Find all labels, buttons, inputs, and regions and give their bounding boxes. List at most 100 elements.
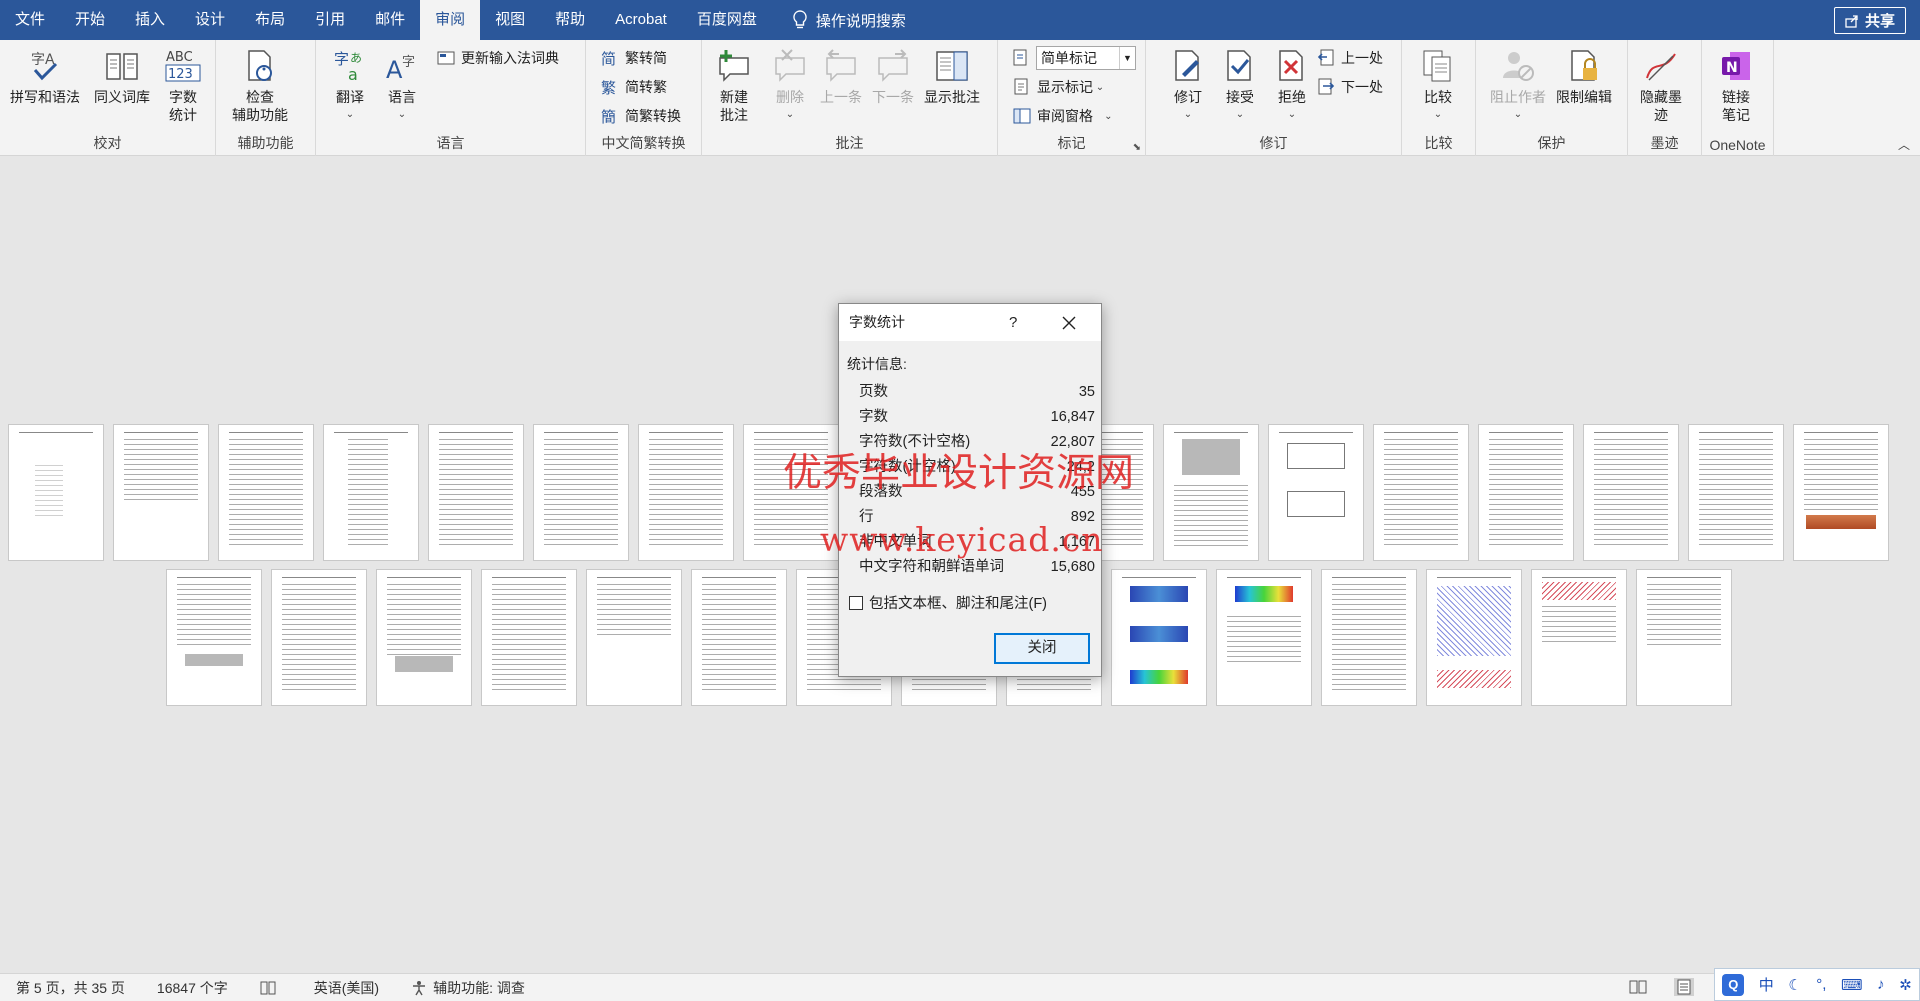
accessibility-status[interactable]: 辅助功能: 调查	[395, 978, 541, 998]
show-markup-button[interactable]: 显示标记 ⌄	[1012, 75, 1104, 99]
menu-help[interactable]: 帮助	[540, 0, 600, 40]
page-thumbnail[interactable]	[1111, 569, 1207, 706]
menu-acrobat[interactable]: Acrobat	[600, 0, 682, 40]
page-thumbnail[interactable]	[1583, 424, 1679, 561]
page-thumbnail[interactable]	[481, 569, 577, 706]
page-indicator[interactable]: 第 5 页，共 35 页	[0, 978, 141, 998]
page-thumbnail[interactable]	[323, 424, 419, 561]
menu-references[interactable]: 引用	[300, 0, 360, 40]
simp-to-trad-button[interactable]: 繁 简转繁	[600, 75, 667, 99]
convert-button[interactable]: 簡 简繁转换	[600, 104, 681, 128]
menu-insert[interactable]: 插入	[120, 0, 180, 40]
track-changes-button[interactable]: 修订 ⌄	[1168, 46, 1208, 124]
page-thumbnail[interactable]	[1373, 424, 1469, 561]
compare-label: 比较	[1424, 89, 1452, 105]
page-thumbnail[interactable]	[1636, 569, 1732, 706]
keyboard-icon[interactable]: ⌨	[1841, 976, 1863, 994]
share-button[interactable]: 共享	[1833, 7, 1906, 34]
dialog-launcher-icon[interactable]: ⬊	[1133, 142, 1141, 153]
page-thumbnail[interactable]	[1688, 424, 1784, 561]
page-thumbnail[interactable]	[1793, 424, 1889, 561]
language-button[interactable]: A字 语言 ⌄	[382, 46, 422, 124]
page-thumbnail[interactable]	[166, 569, 262, 706]
checkbox-box[interactable]	[849, 595, 863, 610]
page-thumbnail[interactable]	[533, 424, 629, 561]
menu-mailings[interactable]: 邮件	[360, 0, 420, 40]
page-thumbnail[interactable]	[428, 424, 524, 561]
page-thumbnail[interactable]	[586, 569, 682, 706]
page-thumbnail[interactable]	[1216, 569, 1312, 706]
word-count-indicator[interactable]: 16847 个字	[141, 978, 244, 998]
page-thumbnail[interactable]	[1268, 424, 1364, 561]
group-protect-label: 保护	[1537, 135, 1566, 151]
stat-label: 字数	[859, 409, 888, 425]
punctuation-icon[interactable]: °,	[1816, 976, 1826, 993]
moon-icon[interactable]: ☾	[1788, 976, 1801, 994]
group-chinese-conversion: 简 繁转简 繁 简转繁 簡 简繁转换 中文简繁转换	[586, 40, 702, 156]
next-comment-icon	[873, 46, 913, 86]
reject-button[interactable]: 拒绝 ⌄	[1272, 46, 1312, 124]
page-thumbnail[interactable]	[113, 424, 209, 561]
accept-button[interactable]: 接受 ⌄	[1220, 46, 1260, 124]
collapse-ribbon-icon[interactable]: ︿	[1898, 136, 1910, 153]
menu-layout[interactable]: 布局	[240, 0, 300, 40]
previous-comment-button[interactable]: 上一条	[820, 46, 862, 106]
stat-value: 892	[1070, 509, 1095, 525]
accessibility-check-icon	[240, 46, 280, 86]
ime-lang-toggle[interactable]: 中	[1759, 974, 1774, 995]
translate-button[interactable]: 字aあ 翻译 ⌄	[330, 46, 370, 124]
compare-button[interactable]: 比较 ⌄	[1418, 46, 1458, 124]
print-layout-icon[interactable]	[1674, 978, 1694, 996]
language-label: 语言	[388, 89, 416, 105]
include-textboxes-checkbox[interactable]: 包括文本框、脚注和尾注(F)	[849, 592, 1047, 613]
restrict-editing-button[interactable]: 限制编辑	[1556, 46, 1612, 106]
menu-home[interactable]: 开始	[60, 0, 120, 40]
settings-icon[interactable]: ✲	[1899, 976, 1912, 994]
page-thumbnail[interactable]	[376, 569, 472, 706]
menu-review[interactable]: 审阅	[420, 0, 481, 40]
tell-me-search[interactable]: 操作说明搜索	[772, 10, 906, 31]
read-mode-icon[interactable]	[1628, 978, 1648, 996]
page-thumbnail[interactable]	[743, 424, 839, 561]
wordcount-button[interactable]: ABC 123 字数 统计	[163, 46, 203, 124]
ime-logo-icon[interactable]: Q	[1722, 973, 1745, 996]
close-icon[interactable]	[1060, 314, 1078, 332]
menu-baidu[interactable]: 百度网盘	[682, 0, 772, 40]
language-indicator[interactable]: 英语(美国)	[298, 978, 395, 998]
thesaurus-button[interactable]: 同义词库	[94, 46, 150, 106]
page-thumbnail[interactable]	[1478, 424, 1574, 561]
update-ime-button[interactable]: 更新输入法词典	[436, 46, 559, 70]
page-thumbnail[interactable]	[1531, 569, 1627, 706]
page-thumbnail[interactable]	[271, 569, 367, 706]
delete-comment-button[interactable]: 删除 ⌄	[770, 46, 810, 124]
abc-123-icon: ABC 123	[163, 46, 203, 86]
page-thumbnail[interactable]	[1321, 569, 1417, 706]
page-thumbnail[interactable]	[218, 424, 314, 561]
page-thumbnail[interactable]	[1426, 569, 1522, 706]
help-button[interactable]: ?	[1009, 304, 1017, 341]
show-comments-button[interactable]: 显示批注	[924, 46, 980, 106]
page-thumbnail[interactable]	[691, 569, 787, 706]
next-change-button[interactable]: 下一处	[1316, 75, 1383, 99]
track-changes-label: 修订	[1174, 89, 1202, 105]
markup-select[interactable]: 简单标记 ▼	[1036, 46, 1136, 70]
menu-design[interactable]: 设计	[180, 0, 240, 40]
block-authors-button[interactable]: 阻止作者 ⌄	[1490, 46, 1546, 124]
voice-icon[interactable]: ♪	[1877, 976, 1885, 993]
close-button[interactable]: 关闭	[994, 633, 1090, 664]
new-comment-button[interactable]: 新建 批注	[714, 46, 754, 124]
previous-change-button[interactable]: 上一处	[1316, 46, 1383, 70]
trad-to-simp-button[interactable]: 简 繁转简	[600, 46, 667, 70]
next-comment-button[interactable]: 下一条	[872, 46, 914, 106]
review-pane-button[interactable]: 审阅窗格 ⌄	[1012, 104, 1113, 128]
page-thumbnail[interactable]	[1163, 424, 1259, 561]
check-accessibility-button[interactable]: 检查 辅助功能	[232, 46, 288, 124]
page-thumbnail[interactable]	[8, 424, 104, 561]
proofing-status[interactable]	[244, 981, 298, 995]
spelling-button[interactable]: 字A 拼写和语法	[10, 46, 80, 106]
menu-file[interactable]: 文件	[0, 0, 60, 40]
linked-notes-button[interactable]: N 链接 笔记	[1716, 46, 1756, 124]
page-thumbnail[interactable]	[638, 424, 734, 561]
hide-ink-button[interactable]: 隐藏墨 迹	[1640, 46, 1682, 124]
menu-view[interactable]: 视图	[480, 0, 540, 40]
